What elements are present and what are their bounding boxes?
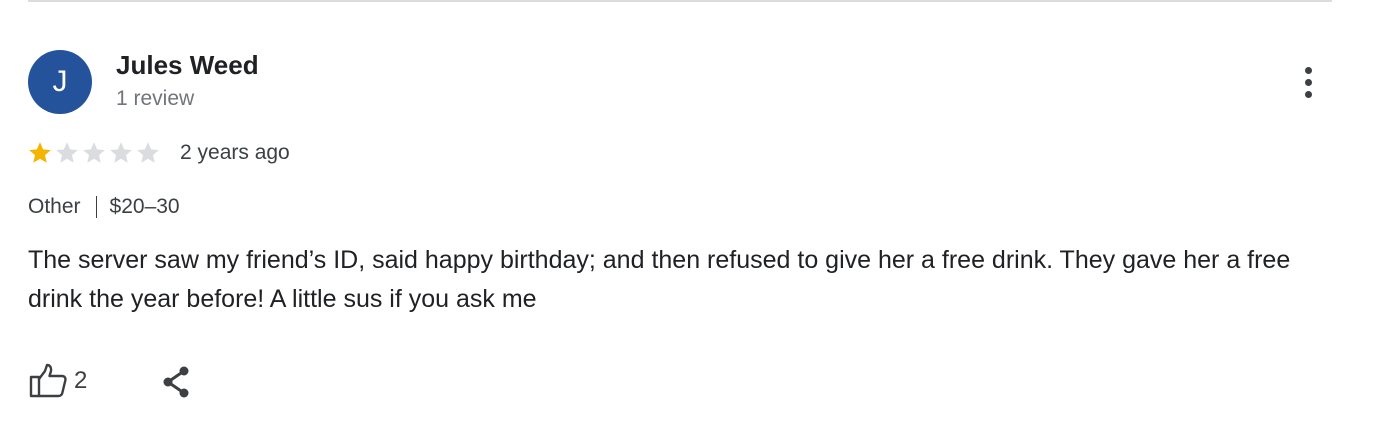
top-divider (28, 0, 1332, 2)
review-category: Other (28, 195, 81, 218)
more-vert-icon (1304, 66, 1312, 74)
star-empty-icon (56, 142, 78, 163)
review-text: The server saw my friend’s ID, said happ… (28, 246, 1291, 313)
review-meta: Other $20–30 (28, 195, 180, 219)
avatar[interactable]: J (28, 50, 92, 114)
share-button[interactable] (156, 362, 196, 402)
star-empty-icon (137, 142, 159, 163)
like-count: 2 (74, 367, 88, 394)
author-review-count: 1 review (116, 87, 195, 110)
price-range: $20–30 (109, 195, 180, 218)
author-name[interactable]: Jules Weed (116, 50, 259, 81)
meta-separator (95, 196, 97, 218)
share-icon (163, 366, 189, 398)
review-time: 2 years ago (180, 141, 290, 164)
star-empty-icon (110, 142, 132, 163)
thumbs-up-icon (29, 363, 67, 398)
more-vert-icon-dot (1304, 78, 1312, 86)
more-options-button[interactable] (1290, 60, 1326, 104)
star-filled-icon (29, 142, 51, 163)
more-vert-icon-dot (1304, 90, 1312, 98)
star-rating (27, 139, 162, 167)
avatar-initial: J (52, 65, 68, 98)
star-empty-icon (83, 142, 105, 163)
like-button[interactable]: 2 (28, 362, 87, 400)
